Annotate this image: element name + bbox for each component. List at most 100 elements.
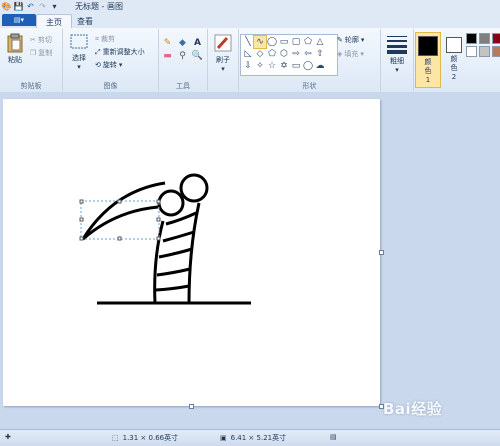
- tab-view[interactable]: 查看: [68, 14, 102, 28]
- hexagon-shape-icon[interactable]: ⬡: [278, 48, 290, 60]
- left-arrow-shape-icon[interactable]: ⇦: [302, 48, 314, 60]
- tools-group: ✎ ◆ A ▬ ⚲ 🔍 工具: [159, 29, 208, 91]
- image-group: 选择 ▾ ⌗ 裁剪 ⤢ 重新调整大小 ⟲ 旋转 ▾ 图像: [63, 29, 159, 91]
- palette-swatch[interactable]: [492, 46, 500, 57]
- color-picker-icon[interactable]: ⚲: [176, 50, 189, 61]
- right-triangle-shape-icon[interactable]: ◺: [242, 48, 254, 60]
- rotate-label: 旋转: [102, 61, 117, 69]
- selection-handle: [156, 217, 161, 222]
- stalk-right-edge: [187, 202, 201, 304]
- resize-label: 重新调整大小: [102, 48, 145, 56]
- four-point-star-shape-icon[interactable]: ✧: [254, 60, 266, 72]
- image-size-text: 6.41 × 5.21英寸: [230, 434, 287, 442]
- select-button[interactable]: 选择 ▾: [67, 33, 91, 71]
- rotate-button[interactable]: ⟲ 旋转 ▾: [95, 60, 122, 70]
- selection-handle: [117, 236, 122, 241]
- rotate-icon: ⟲: [95, 61, 101, 69]
- up-arrow-shape-icon[interactable]: ⇧: [314, 48, 326, 60]
- palette-swatch[interactable]: [479, 33, 490, 44]
- status-image-size: ▣ 6.41 × 5.21英寸: [220, 433, 286, 443]
- clipboard-group-label: 剪贴板: [20, 82, 42, 90]
- palette-swatch[interactable]: [479, 46, 490, 57]
- palette-swatch[interactable]: [492, 33, 500, 44]
- select-icon: [70, 34, 88, 49]
- polygon-shape-icon[interactable]: ⬠: [302, 36, 314, 48]
- five-point-star-shape-icon[interactable]: ☆: [266, 60, 278, 72]
- outline-button[interactable]: ✎ 轮廓 ▾: [337, 35, 364, 45]
- resize-icon: ⤢: [95, 47, 101, 56]
- status-file-size: ▤: [330, 433, 337, 441]
- fill-dropdown-icon: ▾: [360, 50, 364, 58]
- select-label: 选择: [72, 54, 86, 62]
- cloud-callout-shape-icon[interactable]: ☁: [314, 60, 326, 72]
- canvas-resize-handle-bottom[interactable]: [189, 404, 194, 409]
- drawing-canvas[interactable]: [3, 99, 380, 406]
- color1-button[interactable]: 颜色 1: [415, 32, 441, 88]
- color2-swatch: [446, 37, 462, 53]
- size-label: 粗细: [390, 57, 404, 65]
- down-arrow-shape-icon[interactable]: ⇩: [242, 60, 254, 72]
- rotate-dropdown-icon: ▾: [118, 61, 123, 69]
- brushes-group: 刷子 ▾: [208, 29, 239, 91]
- oval-shape-icon[interactable]: ◯: [266, 36, 278, 48]
- diamond-shape-icon[interactable]: ◇: [254, 48, 266, 60]
- app-icon[interactable]: 🎨: [2, 2, 12, 11]
- selection-size-text: 1.31 × 0.66英寸: [122, 434, 179, 442]
- workspace: [0, 92, 500, 429]
- line-shape-icon[interactable]: ╲: [242, 36, 254, 48]
- stalk-ring-2: [162, 230, 195, 243]
- rounded-callout-shape-icon[interactable]: ▭: [290, 60, 302, 72]
- crop-button[interactable]: ⌗ 裁剪: [95, 34, 115, 44]
- copy-button[interactable]: ❐ 复制: [30, 48, 52, 58]
- selection-handle: [79, 199, 84, 204]
- rectangle-shape-icon[interactable]: ▭: [278, 36, 290, 48]
- fill-label: 填充: [344, 50, 359, 58]
- line-width-icon: [387, 36, 407, 54]
- save-icon[interactable]: 💾: [14, 2, 24, 11]
- oval-callout-shape-icon[interactable]: ◯: [302, 60, 314, 72]
- right-arrow-shape-icon[interactable]: ⇨: [290, 48, 302, 60]
- size-button[interactable]: 粗细 ▾: [384, 34, 410, 74]
- drawing: [79, 173, 251, 305]
- triangle-shape-icon[interactable]: △: [314, 36, 326, 48]
- watermark-logo: Bai经验: [383, 400, 443, 418]
- blade-curve: [81, 181, 166, 241]
- scissors-icon: ✂: [30, 36, 36, 44]
- tools-grid: ✎ ◆ A ▬ ⚲ 🔍: [161, 37, 204, 61]
- redo-icon[interactable]: ↷: [38, 2, 47, 11]
- cut-label: 剪切: [37, 36, 52, 44]
- canvas-resize-handle-right[interactable]: [379, 250, 384, 255]
- pointer-position-icon: ✚: [5, 433, 11, 441]
- paste-label: 粘贴: [8, 56, 22, 64]
- image-group-label: 图像: [103, 82, 118, 90]
- tab-home[interactable]: 主页: [36, 14, 72, 29]
- tools-group-label: 工具: [176, 82, 190, 90]
- brushes-button[interactable]: 刷子 ▾: [210, 33, 236, 73]
- selection-handle: [79, 217, 84, 222]
- undo-icon[interactable]: ↶: [26, 2, 35, 11]
- fill-bucket-icon[interactable]: ◆: [176, 37, 189, 48]
- paste-button[interactable]: 粘贴: [3, 33, 27, 65]
- customize-qat-icon[interactable]: ▾: [50, 2, 59, 11]
- palette-swatch[interactable]: [466, 46, 477, 57]
- palette-swatch[interactable]: [466, 33, 477, 44]
- cut-button[interactable]: ✂ 剪切: [30, 35, 52, 45]
- file-size-icon: ▤: [330, 433, 337, 441]
- pentagon-shape-icon[interactable]: ⬠: [266, 48, 278, 60]
- color2-button[interactable]: 颜色 2: [443, 32, 465, 82]
- color2-label: 颜色 2: [450, 55, 458, 81]
- rounded-rect-shape-icon[interactable]: ▢: [290, 36, 302, 48]
- selection-rectangle: [80, 200, 160, 240]
- selection-handle: [156, 236, 161, 241]
- pencil-icon[interactable]: ✎: [161, 37, 174, 48]
- resize-button[interactable]: ⤢ 重新调整大小: [95, 47, 145, 57]
- copy-icon: ❐: [30, 49, 37, 57]
- curve-shape-icon[interactable]: ∿: [253, 35, 267, 49]
- magnifier-icon[interactable]: 🔍: [191, 50, 204, 61]
- text-tool-icon[interactable]: A: [191, 37, 204, 48]
- window-title: 无标题 - 画图: [75, 2, 123, 11]
- eraser-icon[interactable]: ▬: [161, 50, 174, 61]
- file-menu-button[interactable]: ▤▾: [2, 14, 36, 26]
- fill-button[interactable]: ◈ 填充 ▾: [337, 49, 364, 59]
- six-point-star-shape-icon[interactable]: ✡: [278, 60, 290, 72]
